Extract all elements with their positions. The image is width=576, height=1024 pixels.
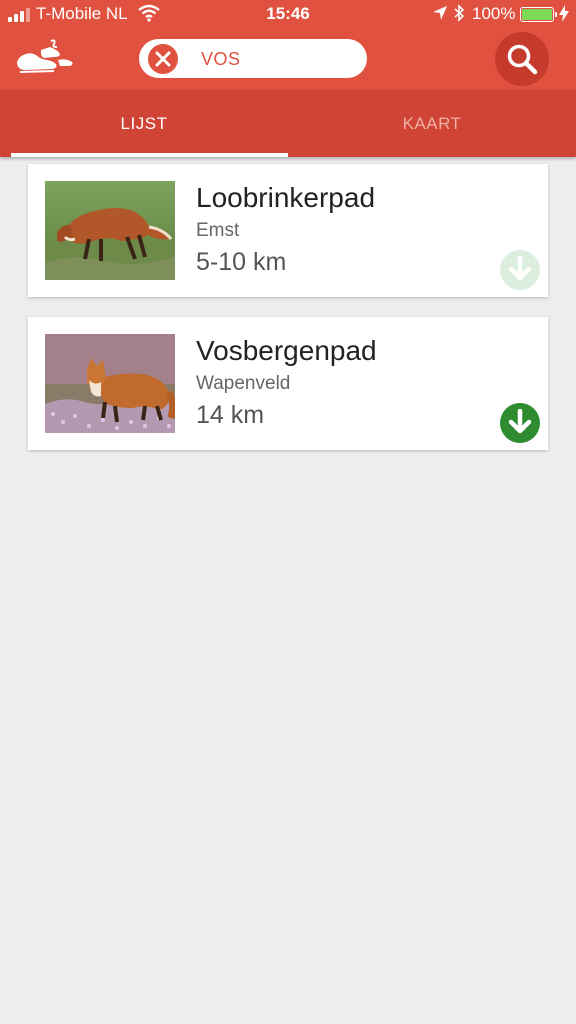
download-button[interactable] xyxy=(500,250,540,290)
route-distance: 5-10 km xyxy=(196,248,287,276)
route-distance: 14 km xyxy=(196,401,265,429)
route-place: Wapenveld xyxy=(196,373,291,394)
route-place: Emst xyxy=(196,220,240,241)
tab-bar: LIJST KAART xyxy=(0,90,576,157)
route-card[interactable]: Vosbergenpad Wapenveld 14 km xyxy=(28,317,548,450)
close-icon xyxy=(155,51,171,67)
active-tab-indicator xyxy=(11,153,288,157)
walking-shoe-logo-icon[interactable] xyxy=(14,38,76,78)
route-title: Loobrinkerpad xyxy=(196,182,376,213)
tab-lijst[interactable]: LIJST xyxy=(0,90,288,157)
search-query-text[interactable]: VOS xyxy=(201,49,241,70)
search-icon xyxy=(507,44,538,75)
search-button[interactable] xyxy=(495,32,549,86)
location-arrow-icon xyxy=(433,6,447,20)
status-bar: T-Mobile NL 15:46 100% xyxy=(0,0,576,28)
route-card[interactable]: Loobrinkerpad Emst 5-10 km xyxy=(28,164,548,297)
clear-search-button[interactable] xyxy=(148,44,178,74)
download-arrow-icon xyxy=(508,409,532,434)
search-field[interactable]: VOS xyxy=(139,39,367,78)
tab-kaart[interactable]: KAART xyxy=(288,90,576,157)
route-thumbnail xyxy=(45,334,175,433)
app-bar: VOS xyxy=(0,28,576,90)
route-title: Vosbergenpad xyxy=(196,335,377,366)
battery-percentage: 100% xyxy=(472,4,516,23)
route-thumbnail xyxy=(45,181,175,280)
bluetooth-icon xyxy=(454,4,465,22)
battery-icon xyxy=(520,7,557,22)
charging-bolt-icon xyxy=(559,5,569,22)
download-button[interactable] xyxy=(500,403,540,443)
download-arrow-icon xyxy=(508,256,532,281)
